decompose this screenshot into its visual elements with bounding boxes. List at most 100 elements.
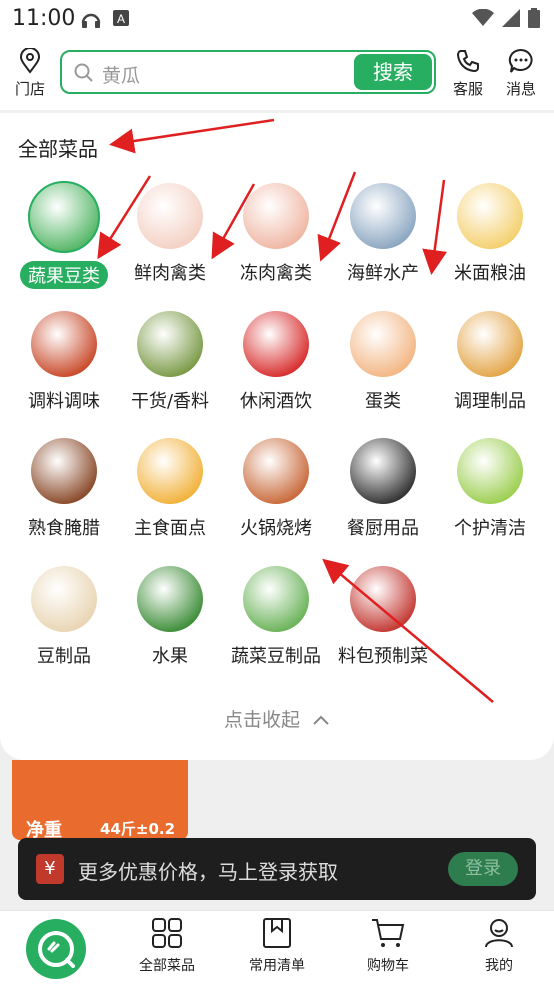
category-label: 米面粮油 [454,263,526,284]
category-item[interactable]: 干货/香料 [116,311,224,413]
service-label: 客服 [452,80,483,98]
grid-icon [152,918,182,948]
category-item[interactable]: 餐厨用品 [329,438,437,540]
category-item[interactable]: 调理制品 [436,311,544,413]
category-image [137,566,203,632]
store-button[interactable]: 门店 [10,47,50,99]
home-tab[interactable] [26,919,86,979]
category-image [243,438,309,504]
chevron-up-icon [313,715,329,725]
category-label: 个护清洁 [454,518,526,539]
wifi-icon [472,9,494,26]
category-label: 干货/香料 [130,391,210,412]
category-image [137,183,203,249]
search-bar[interactable]: 黄瓜 搜索 [60,50,436,94]
category-label: 豆制品 [37,646,91,667]
tab-mine[interactable]: 我的 [454,917,544,975]
user-icon [485,919,513,948]
tab-label: 常用清单 [249,958,305,974]
panel-title: 全部菜品 [18,137,98,161]
category-item[interactable]: 海鲜水产 [329,183,437,285]
category-image [243,566,309,632]
category-label: 冻肉禽类 [240,263,312,284]
status-bar: 11:00 A [0,0,554,40]
bookmark-list-icon [263,918,291,948]
home-logo-icon [38,931,75,968]
category-image [457,311,523,377]
category-image [137,438,203,504]
category-item[interactable]: 料包预制菜 [329,566,437,668]
login-button[interactable]: 登录 [448,852,518,886]
category-label: 蔬果豆类 [20,261,108,289]
category-label: 蔬菜豆制品 [231,646,321,667]
status-time: 11:00 [12,6,76,31]
search-button[interactable]: 搜索 [354,54,432,90]
category-label: 海鲜水产 [347,263,419,284]
category-item[interactable]: 熟食腌腊 [10,438,118,540]
category-label: 休闲酒饮 [240,391,312,412]
login-banner[interactable]: ¥ 更多优惠价格，马上登录获取 登录 [18,838,536,900]
phone-icon [456,50,479,73]
collapse-button[interactable]: 点击收起 [0,705,554,732]
accessibility-icon: A [113,10,129,26]
category-label: 调料调味 [28,391,100,412]
search-input[interactable]: 黄瓜 [102,61,140,88]
location-pin-icon [19,47,41,74]
category-image [28,181,100,253]
tab-common-list[interactable]: 常用清单 [232,917,322,975]
category-item[interactable]: 蔬果豆类 [10,181,118,289]
category-item[interactable]: 主食面点 [116,438,224,540]
category-image [243,311,309,377]
category-item[interactable]: 调料调味 [10,311,118,413]
category-image [31,566,97,632]
category-item[interactable]: 蔬菜豆制品 [222,566,330,668]
category-item[interactable]: 蛋类 [329,311,437,413]
category-panel: 全部菜品 蔬果豆类 鲜肉禽类 冻肉禽类 海鲜水产 米面粮油调料调味 干货/香料 休闲酒饮 蛋类… [0,113,554,760]
category-label: 火锅烧烤 [240,518,312,539]
category-image [350,183,416,249]
customer-service-button[interactable]: 客服 [446,48,490,99]
category-image [457,438,523,504]
category-image [137,311,203,377]
svg-text:A: A [117,12,125,26]
bottom-tab-bar: 全部菜品 常用清单 购物车 我的 [0,910,554,985]
coupon-icon: ¥ [36,854,64,884]
message-label: 消息 [505,80,536,98]
search-icon [74,63,93,82]
category-item[interactable]: 个护清洁 [436,438,544,540]
category-item[interactable]: 冻肉禽类 [222,183,330,285]
category-label: 鲜肉禽类 [134,263,206,284]
chat-bubble-icon [508,48,533,73]
tab-cart[interactable]: 购物车 [343,917,433,975]
category-label: 料包预制菜 [338,646,428,667]
category-image [350,438,416,504]
category-item[interactable]: 米面粮油 [436,183,544,285]
category-item[interactable]: 豆制品 [10,566,118,668]
category-item[interactable]: 休闲酒饮 [222,311,330,413]
top-bar: 门店 黄瓜 搜索 客服 消息 [0,40,554,110]
tab-all-dishes[interactable]: 全部菜品 [122,917,212,975]
category-item[interactable]: 鲜肉禽类 [116,183,224,285]
collapse-label: 点击收起 [223,709,300,731]
category-label: 水果 [152,646,188,667]
category-image [31,438,97,504]
category-image [31,311,97,377]
promo-image[interactable]: 净重 44斤±0.2斤 [12,760,188,859]
message-button[interactable]: 消息 [499,48,543,99]
login-message: 更多优惠价格，马上登录获取 [78,860,338,884]
category-label: 调理制品 [454,391,526,412]
category-item[interactable]: 水果 [116,566,224,668]
category-image [350,566,416,632]
category-image [350,311,416,377]
category-item[interactable]: 火锅烧烤 [222,438,330,540]
category-image [243,183,309,249]
tab-label: 我的 [485,958,513,974]
category-label: 主食面点 [134,518,206,539]
signal-icon [502,9,520,27]
category-image [457,183,523,249]
shopping-cart-icon [372,919,405,947]
store-label: 门店 [14,80,45,98]
battery-icon [528,8,540,28]
category-label: 餐厨用品 [347,518,419,539]
category-label: 蛋类 [365,391,401,412]
